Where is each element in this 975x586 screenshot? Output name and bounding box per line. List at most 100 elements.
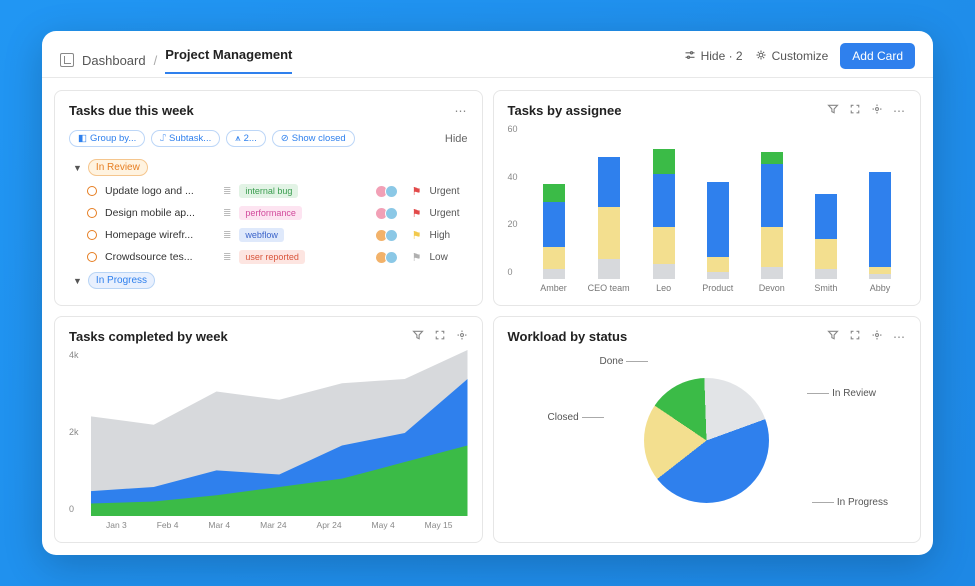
pie-label: Done bbox=[600, 356, 649, 367]
titlebar: Dashboard / Project Management Hide · 2 … bbox=[42, 31, 933, 78]
breadcrumb-page[interactable]: Project Management bbox=[165, 47, 292, 74]
y-axis: 4k2k0 bbox=[69, 350, 79, 514]
task-row[interactable]: Homepage wirefr... ≣ webflow ⚑ High bbox=[69, 224, 468, 246]
card-tasks-due: Tasks due this week ⋯ ◧Group by... ⑀Subt… bbox=[54, 90, 483, 306]
status-in-review[interactable]: ▼ In Review bbox=[73, 159, 468, 176]
gear-icon[interactable] bbox=[456, 329, 468, 344]
task-tag: internal bug bbox=[239, 184, 298, 198]
bar-segment bbox=[761, 164, 783, 227]
task-row[interactable]: Crowdsource tes... ≣ user reported ⚑ Low bbox=[69, 246, 468, 268]
pie-label: In Progress bbox=[812, 497, 888, 508]
sliders-icon bbox=[684, 49, 696, 64]
customize-label: Customize bbox=[772, 49, 829, 63]
task-name: Homepage wirefr... bbox=[105, 229, 215, 241]
assignee-avatars bbox=[378, 229, 398, 242]
card-tasks-completed: Tasks completed by week 4k2k0 Jan 3Feb 4… bbox=[54, 316, 483, 543]
x-axis: Jan 3Feb 4Mar 4Mar 24Apr 24May 4May 15 bbox=[91, 520, 468, 530]
bar-segment bbox=[761, 227, 783, 267]
avatar bbox=[385, 251, 398, 264]
funnel-icon[interactable] bbox=[412, 329, 424, 344]
funnel-icon[interactable] bbox=[827, 103, 839, 118]
funnel-icon[interactable] bbox=[827, 329, 839, 344]
status-dot-icon bbox=[87, 186, 97, 196]
more-icon[interactable]: ⋯ bbox=[455, 104, 468, 118]
bar-column: Leo bbox=[644, 149, 684, 293]
bar-segment bbox=[653, 227, 675, 265]
description-icon: ≣ bbox=[223, 186, 231, 197]
bar-segment bbox=[543, 184, 565, 202]
hide-chips-button[interactable]: Hide bbox=[445, 133, 468, 145]
task-priority: High bbox=[430, 230, 468, 241]
task-name: Design mobile ap... bbox=[105, 207, 215, 219]
task-row[interactable]: Update logo and ... ≣ internal bug ⚑ Urg… bbox=[69, 180, 468, 202]
bar-column: Abby bbox=[860, 172, 900, 294]
stack-icon: ◧ bbox=[78, 133, 87, 144]
bar-segment bbox=[543, 247, 565, 270]
bar-segment bbox=[869, 172, 891, 267]
chip-subtask[interactable]: ⑀Subtask... bbox=[151, 130, 220, 147]
card-title: Tasks by assignee bbox=[508, 103, 622, 118]
bar-segment bbox=[653, 149, 675, 174]
task-name: Crowdsource tes... bbox=[105, 251, 215, 263]
dashboard-grid: Tasks due this week ⋯ ◧Group by... ⑀Subt… bbox=[42, 78, 933, 555]
area-svg bbox=[91, 350, 468, 516]
bar-label: Devon bbox=[759, 283, 785, 293]
bar-segment bbox=[653, 174, 675, 227]
pie bbox=[644, 378, 769, 503]
task-priority: Urgent bbox=[430, 186, 468, 197]
hide-label: Hide · 2 bbox=[701, 49, 743, 63]
task-row[interactable]: Design mobile ap... ≣ performance ⚑ Urge… bbox=[69, 202, 468, 224]
status-dot-icon bbox=[87, 208, 97, 218]
chip-group-by[interactable]: ◧Group by... bbox=[69, 130, 145, 147]
assignee-avatars bbox=[378, 185, 398, 198]
card-workload-by-status: Workload by status ⋯ In ProgressIn Revie… bbox=[493, 316, 922, 543]
task-name: Update logo and ... bbox=[105, 185, 215, 197]
bar-label: Product bbox=[702, 283, 733, 293]
customize-button[interactable]: Customize bbox=[755, 49, 829, 64]
status-dot-icon bbox=[87, 230, 97, 240]
breadcrumb: Dashboard / Project Management bbox=[60, 47, 292, 74]
card-title: Tasks completed by week bbox=[69, 329, 228, 344]
chip-show-closed[interactable]: ⊘Show closed bbox=[272, 130, 355, 147]
more-icon[interactable]: ⋯ bbox=[893, 330, 906, 344]
more-icon[interactable]: ⋯ bbox=[893, 104, 906, 118]
bar-segment bbox=[869, 267, 891, 275]
bar-label: Smith bbox=[814, 283, 837, 293]
gear-icon[interactable] bbox=[871, 103, 883, 118]
flag-icon: ⚑ bbox=[412, 185, 422, 198]
expand-icon[interactable] bbox=[849, 103, 861, 118]
task-priority: Urgent bbox=[430, 208, 468, 219]
flag-icon: ⚑ bbox=[412, 207, 422, 220]
expand-icon[interactable] bbox=[434, 329, 446, 344]
bar-column: CEO team bbox=[588, 157, 630, 294]
caret-down-icon: ▼ bbox=[73, 163, 82, 173]
bar-label: Abby bbox=[870, 283, 891, 293]
bar-segment bbox=[598, 207, 620, 260]
task-list: Update logo and ... ≣ internal bug ⚑ Urg… bbox=[69, 180, 468, 268]
task-priority: Low bbox=[430, 252, 468, 263]
add-card-button[interactable]: Add Card bbox=[840, 43, 915, 69]
bar-segment bbox=[815, 239, 837, 269]
chip-filter-count[interactable]: ⩚2... bbox=[226, 130, 266, 147]
bar-label: Amber bbox=[540, 283, 567, 293]
area-chart: 4k2k0 Jan 3Feb 4Mar 4Mar 24Apr 24May 4Ma… bbox=[69, 350, 468, 530]
bar-segment bbox=[598, 157, 620, 207]
bar-segment bbox=[815, 269, 837, 279]
flag-icon: ⚑ bbox=[412, 229, 422, 242]
bar-segment bbox=[707, 257, 729, 272]
bar-column: Product bbox=[698, 182, 738, 294]
hide-button[interactable]: Hide · 2 bbox=[684, 49, 743, 64]
expand-icon[interactable] bbox=[849, 329, 861, 344]
status-in-progress[interactable]: ▼ In Progress bbox=[73, 272, 468, 289]
description-icon: ≣ bbox=[223, 230, 231, 241]
gear-icon[interactable] bbox=[871, 329, 883, 344]
task-tag: performance bbox=[239, 206, 302, 220]
gear-icon bbox=[755, 49, 767, 64]
status-badge: In Progress bbox=[88, 272, 155, 289]
funnel-icon: ⩚ bbox=[235, 133, 240, 144]
breadcrumb-root[interactable]: Dashboard bbox=[82, 53, 146, 68]
bar-label: CEO team bbox=[588, 283, 630, 293]
block-icon: ⊘ bbox=[281, 133, 289, 144]
bar-column: Devon bbox=[752, 152, 792, 294]
card-tasks-by-assignee: Tasks by assignee ⋯ 6040200 AmberCEO tea… bbox=[493, 90, 922, 306]
